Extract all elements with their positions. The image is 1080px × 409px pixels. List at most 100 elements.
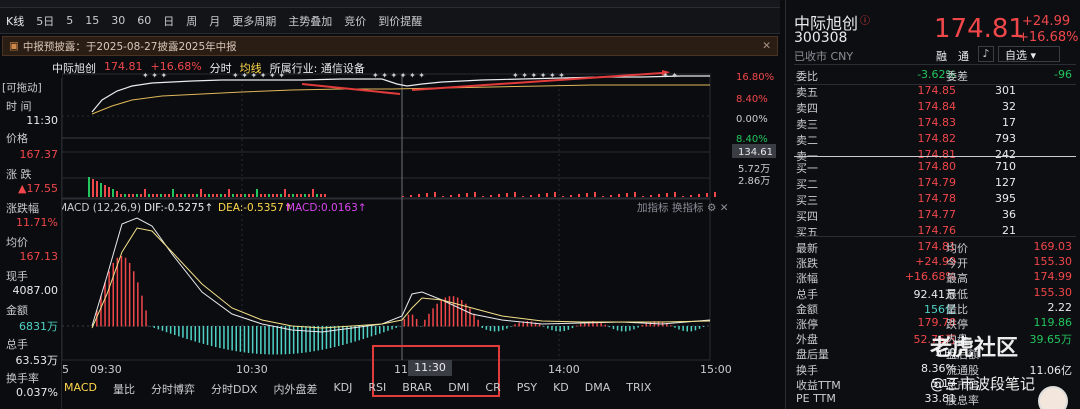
period-15min[interactable]: 15 [79, 14, 105, 27]
window-tabstrip [0, 0, 780, 8]
stat-value: 169.03 [1033, 240, 1073, 253]
macd-bar [440, 300, 442, 327]
ask-row[interactable]: 卖二 174.82 793 [796, 132, 1072, 148]
macd-bar [305, 326, 307, 353]
bid-price: 174.78 [917, 192, 957, 205]
stat-label: 换手 [796, 363, 818, 377]
total-hand-label: 总手 [6, 338, 28, 351]
macd-bar [604, 324, 606, 327]
macd-bar [637, 326, 639, 328]
tab-indicator[interactable]: KDJ [325, 381, 360, 401]
stat-label: PE TTM [796, 392, 836, 405]
stat-value: +16.68% [904, 270, 956, 284]
tab-indicator[interactable]: BRAR [394, 381, 440, 401]
volume-bar [260, 194, 262, 197]
period-30min[interactable]: 30 [105, 14, 131, 27]
macd-bar [100, 295, 102, 327]
volume-bar [554, 192, 556, 197]
main-force-overlay-button[interactable]: 主势叠加 [282, 13, 338, 29]
volume-bar [490, 195, 492, 197]
period-day[interactable]: 日 [157, 13, 180, 29]
volume-bar [96, 181, 98, 197]
more-periods-button[interactable]: 更多周期 [226, 13, 282, 29]
macd-bar [153, 326, 155, 328]
stat-label: 外盘 [796, 333, 818, 347]
tab-indicator[interactable]: MACD [56, 381, 105, 401]
period-week[interactable]: 周 [180, 13, 203, 29]
close-icon[interactable]: ✕ [762, 40, 771, 52]
tab-indicator[interactable]: 分时DDX [203, 381, 265, 401]
bid-ask-divider [794, 156, 1076, 157]
tab-indicator[interactable]: RSI [360, 381, 394, 401]
macd-bar [120, 256, 123, 327]
tab-indicator[interactable]: DMI [440, 381, 477, 401]
tab-indicator[interactable]: KD [545, 381, 577, 401]
volume-bar [714, 192, 716, 197]
stat-label: 均价 [946, 242, 968, 255]
bid-volume: 395 [995, 192, 1016, 205]
volume-bar [196, 194, 198, 197]
volume-bar [272, 194, 274, 197]
stat-value: 155.30 [1033, 255, 1073, 269]
volume-bar [602, 196, 604, 197]
macd-bar [178, 326, 180, 337]
stat-label: 总手 [796, 287, 818, 301]
swap-indicator-button[interactable]: 换指标 [672, 201, 704, 214]
auction-button[interactable]: 竞价 [338, 13, 372, 29]
period-5day-dropdown[interactable]: 5日 [30, 13, 60, 29]
bid-row[interactable]: 买一 174.80 710 [796, 160, 1072, 176]
macd-bar [461, 300, 463, 327]
tab-indicator[interactable]: PSY [509, 381, 545, 401]
macd-bar [682, 326, 684, 331]
intraday-chart[interactable]: ✦ ✦ ✦ ✦ ✦ ✦ ✦ ✦ ✦ ✦ ✦ ✦ ✦ ✦ ✦ ✦ ✦ ✦ ✦ ✦ … [62, 56, 780, 379]
settings-icon[interactable]: ⚙ ✕ [707, 202, 729, 214]
draggable-tag[interactable]: [可拖动] [2, 80, 42, 95]
bid-row[interactable]: 买二 174.79 127 [796, 176, 1072, 192]
macd-bar [256, 326, 258, 354]
tab-indicator[interactable]: DMA [577, 381, 619, 401]
stat-label: 盘后量 [796, 348, 829, 362]
volume-bar [212, 194, 214, 197]
macd-bar [169, 326, 172, 334]
period-60min[interactable]: 60 [131, 14, 157, 27]
ask-price: 174.84 [917, 100, 957, 113]
tab-indicator[interactable]: 内外盘差 [265, 381, 325, 401]
volume-bar [228, 189, 230, 197]
volume-bar [88, 177, 90, 197]
info-icon[interactable]: ⓘ [860, 12, 870, 27]
price-alert-button[interactable]: 到价提醒 [372, 13, 428, 29]
stat-label: 最高 [946, 272, 968, 286]
macd-bar [231, 326, 233, 351]
volume-bar [188, 194, 190, 197]
add-watchlist-button[interactable]: 自选 ▾ [998, 46, 1060, 62]
tab-indicator[interactable]: CR [477, 381, 508, 401]
macd-bar [625, 326, 627, 332]
volume-bar [156, 194, 158, 197]
macd-value: MACD:0.0163↑ [286, 202, 367, 214]
macd-bar [215, 326, 217, 348]
period-5min[interactable]: 5 [60, 14, 79, 27]
volume-bar [160, 194, 162, 197]
period-month[interactable]: 月 [203, 13, 226, 29]
ask-row[interactable]: 卖三 174.83 17 [796, 116, 1072, 132]
add-indicator-button[interactable]: 加指标 [637, 201, 669, 214]
bid-row[interactable]: 买五 174.76 21 [796, 224, 1072, 240]
bid-row[interactable]: 买四 174.77 36 [796, 208, 1072, 224]
bell-icon[interactable]: ♪ [978, 46, 994, 62]
bid-row[interactable]: 买三 174.78 395 [796, 192, 1072, 208]
volume-bar [240, 194, 242, 197]
divider [794, 236, 1076, 237]
price-pane [62, 73, 711, 179]
kline-tab[interactable]: K线 [0, 13, 30, 29]
tab-indicator[interactable]: 分时博弈 [143, 381, 203, 401]
tab-indicator[interactable]: TRIX [618, 381, 659, 401]
volume-bar [172, 189, 174, 197]
ask-row[interactable]: 卖四 174.84 32 [796, 100, 1072, 116]
stat-value: +24.99 [915, 255, 956, 269]
volume-bar [204, 194, 206, 197]
volume-bar [706, 193, 708, 197]
quote-pct: +16.68% [1018, 30, 1079, 45]
macd-bar [502, 326, 504, 331]
ask-row[interactable]: 卖五 174.85 301 [796, 84, 1072, 100]
tab-indicator[interactable]: 量比 [105, 381, 143, 401]
